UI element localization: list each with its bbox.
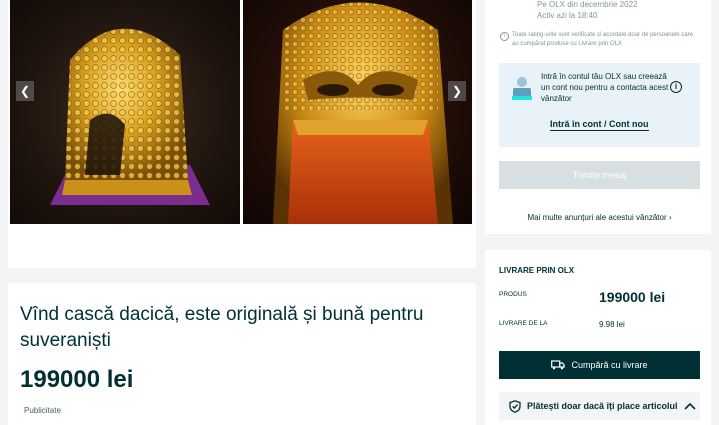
ratings-note: Toate rating-urile sunt verificate și ac… <box>512 32 694 47</box>
login-link[interactable]: Intră în cont / Cont nou <box>550 119 649 131</box>
listing-title: Vînd cască dacică, este originală și bun… <box>20 304 424 351</box>
published-label: Publicitate <box>24 406 61 415</box>
seller-active-text: Activ azi la 18:40 <box>537 11 598 20</box>
buy-button-label: Cumpără cu livrare <box>571 360 648 370</box>
shield-check-icon <box>509 399 521 413</box>
chevron-right-icon: ❯ <box>451 84 463 98</box>
pay-note: Plătești doar dacă îți place articolul <box>527 401 678 411</box>
gallery-next-button[interactable]: ❯ <box>448 81 466 101</box>
account-illustration-icon <box>512 77 532 100</box>
golden-helmet-face-illustration <box>272 2 453 224</box>
delivery-heading: LIVRARE PRIN OLX <box>499 266 575 275</box>
truck-icon <box>551 360 566 370</box>
golden-helmet-illustration <box>50 28 210 205</box>
listing-price: 199000 lei <box>20 366 134 393</box>
chevron-left-icon: ❮ <box>19 84 31 98</box>
send-message-button[interactable]: Trimite mesaj <box>499 161 700 189</box>
shipping-label: LIVRARE DE LA <box>499 320 548 327</box>
product-label: PRODUS <box>499 291 527 298</box>
product-price: 199000 lei <box>599 289 666 305</box>
info-icon: i <box>500 32 509 41</box>
more-seller-ads-link[interactable]: Mai multe anunțuri ale acestui vânzător … <box>499 213 700 222</box>
chevron-up-icon <box>683 402 696 410</box>
gallery-prev-button[interactable]: ❮ <box>16 81 34 101</box>
login-prompt-text: Intră în contul tău OLX sau creează un c… <box>541 72 669 103</box>
chevron-right-icon: › <box>668 213 672 222</box>
seller-since-text: Pe OLX din decembrie 2022 <box>537 0 638 9</box>
helmet-photo-left <box>10 0 240 224</box>
shipping-price: 9.98 lei <box>599 320 625 329</box>
helmet-photo-right <box>239 0 472 224</box>
photo-gallery[interactable] <box>10 0 472 224</box>
pay-if-you-like-toggle[interactable]: Plătești doar dacă îți place articolul <box>499 392 700 420</box>
info-icon[interactable]: i <box>670 81 682 93</box>
buy-with-delivery-button[interactable]: Cumpără cu livrare <box>499 351 700 379</box>
more-ads-label: Mai multe anunțuri ale acestui vânzător <box>527 213 667 222</box>
